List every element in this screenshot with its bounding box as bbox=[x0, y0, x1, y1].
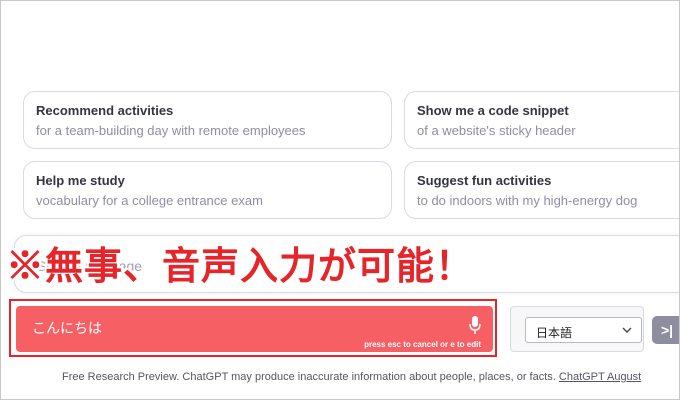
chevron-down-icon bbox=[622, 327, 632, 333]
language-select[interactable]: 日本語 bbox=[525, 317, 642, 343]
footer-disclaimer: Free Research Preview. ChatGPT may produ… bbox=[62, 371, 641, 383]
microphone-icon[interactable] bbox=[466, 314, 484, 336]
suggestion-title: Recommend activities bbox=[36, 103, 174, 118]
suggestion-card[interactable]: Help me study vocabulary for a college e… bbox=[23, 161, 392, 219]
suggestion-subtitle: to do indoors with my high-energy dog bbox=[417, 193, 638, 208]
suggestion-card[interactable]: Show me a code snippet of a website's st… bbox=[404, 91, 680, 149]
suggestion-title: Suggest fun activities bbox=[417, 173, 552, 188]
annotation-caption: ※無事、音声入力が可能！ bbox=[6, 246, 475, 288]
voice-input-field[interactable]: こんにちは press esc to cancel or e to edit bbox=[16, 306, 493, 352]
suggestion-title: Help me study bbox=[36, 173, 125, 188]
suggestion-subtitle: vocabulary for a college entrance exam bbox=[36, 193, 263, 208]
suggestion-title: Show me a code snippet bbox=[417, 103, 569, 118]
suggestion-card[interactable]: Suggest fun activities to do indoors wit… bbox=[404, 161, 680, 219]
suggestion-subtitle: of a website's sticky header bbox=[417, 123, 576, 138]
footer-version-link[interactable]: ChatGPT August bbox=[559, 371, 641, 383]
language-selected-value: 日本語 bbox=[536, 326, 573, 340]
voice-input-text: こんにちは bbox=[32, 320, 102, 336]
language-panel: 日本語 bbox=[510, 306, 644, 352]
voice-input-hint: press esc to cancel or e to edit bbox=[364, 340, 481, 349]
suggestion-card[interactable]: Recommend activities for a team-building… bbox=[23, 91, 392, 149]
send-icon: >| bbox=[661, 322, 674, 338]
footer-text: Free Research Preview. ChatGPT may produ… bbox=[62, 371, 559, 383]
suggestion-subtitle: for a team-building day with remote empl… bbox=[36, 123, 306, 138]
send-button[interactable]: >| bbox=[652, 316, 680, 344]
